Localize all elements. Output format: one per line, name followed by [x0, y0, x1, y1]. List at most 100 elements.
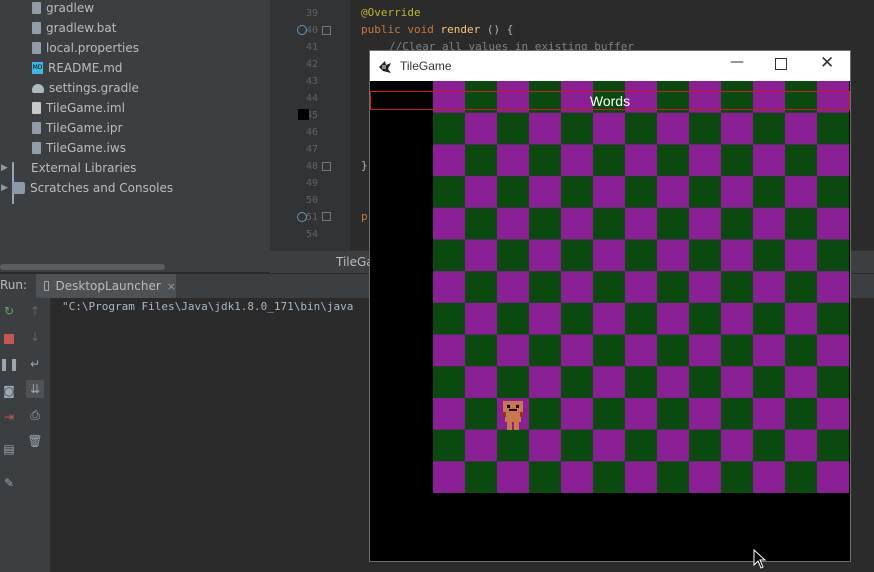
board-tile [721, 334, 754, 367]
board-tile [785, 461, 818, 493]
rerun-icon[interactable]: ↻ [0, 302, 18, 320]
board-tile [593, 176, 626, 209]
board-tile [593, 302, 626, 336]
board-tile [753, 207, 786, 240]
code-method-signature: public void render () { [361, 23, 513, 36]
exit-icon[interactable]: ⇥ [0, 408, 18, 426]
board-tile [785, 239, 818, 272]
soft-wrap-icon[interactable]: ↵ [26, 355, 44, 373]
tab-desktop-launcher[interactable]: DesktopLauncher × [36, 274, 176, 298]
tree-item-file[interactable]: local.properties [32, 38, 139, 58]
board-tile [657, 366, 690, 399]
board-tile [721, 461, 754, 493]
scroll-to-end-icon[interactable]: ⇊ [26, 380, 44, 398]
board-tile [753, 239, 786, 272]
print-icon[interactable]: ⎙ [26, 406, 44, 424]
board-tile [657, 302, 690, 336]
board-tile [561, 144, 594, 177]
board-tile [785, 334, 818, 367]
board-tile [529, 207, 562, 240]
board-tile [657, 239, 690, 272]
tile-board[interactable] [433, 81, 849, 493]
close-window-icon[interactable]: ✕ [820, 53, 834, 73]
tile-grid[interactable] [433, 81, 849, 493]
line-number: 50 [305, 195, 318, 206]
expand-arrow-icon[interactable]: ▶ [1, 183, 8, 193]
up-arrow-icon[interactable]: ↑ [26, 302, 44, 320]
line-number: 42 [305, 59, 318, 70]
file-icon [32, 22, 41, 34]
board-tile [433, 271, 466, 304]
board-tile [817, 302, 849, 336]
line-number: 48 [305, 161, 318, 172]
override-gutter-icon[interactable] [297, 212, 307, 222]
run-label: Run: [0, 278, 28, 292]
file-icon [32, 2, 41, 14]
tree-item-file[interactable]: TileGame.iws [32, 138, 126, 158]
board-tile [433, 461, 466, 493]
board-tile [785, 397, 818, 431]
game-window-titlebar[interactable]: TileGame — ✕ [370, 51, 850, 81]
board-tile [561, 302, 594, 336]
color-swatch-icon[interactable] [298, 109, 309, 120]
board-tile [529, 144, 562, 177]
tree-item-file[interactable]: TileGame.ipr [32, 118, 122, 138]
maximize-icon[interactable] [775, 58, 787, 70]
board-tile [497, 239, 530, 272]
line-number: 51 [305, 212, 318, 223]
pause-icon[interactable]: ❚❚ [0, 355, 19, 373]
stop-icon[interactable] [0, 330, 18, 348]
board-tile [433, 302, 466, 336]
board-tile [465, 176, 498, 209]
trash-icon[interactable]: 🗑 [26, 432, 44, 450]
expand-arrow-icon[interactable]: ▶ [1, 163, 8, 173]
board-tile [657, 271, 690, 304]
board-tile [817, 112, 849, 145]
layout-icon[interactable]: ▤ [0, 440, 18, 458]
board-tile [593, 239, 626, 272]
close-tab-icon[interactable]: × [167, 280, 176, 293]
board-tile [625, 461, 658, 493]
scrollbar-thumb[interactable] [0, 264, 165, 270]
down-arrow-icon[interactable]: ↓ [26, 328, 44, 346]
tree-item-scratches[interactable]: ▶ Scratches and Consoles [0, 178, 173, 198]
fold-icon[interactable] [322, 212, 331, 221]
file-icon [32, 122, 41, 134]
board-tile [817, 334, 849, 367]
board-tile [625, 271, 658, 304]
pin-icon[interactable]: ✎ [0, 474, 18, 492]
board-tile [529, 302, 562, 336]
board-tile [817, 176, 849, 209]
line-number: 47 [305, 144, 318, 155]
minimize-icon[interactable]: — [730, 54, 744, 70]
game-window[interactable]: TileGame — ✕ Words [369, 50, 851, 562]
tree-item-file[interactable]: gradlew.bat [32, 18, 116, 38]
tree-item-file[interactable]: TileGame.iml [32, 98, 125, 118]
board-tile [625, 207, 658, 240]
board-tile [561, 366, 594, 399]
line-number: 39 [305, 8, 318, 19]
board-tile [753, 302, 786, 336]
tree-item-file[interactable]: settings.gradle [32, 78, 139, 98]
camera-icon[interactable]: ◙ [0, 382, 18, 400]
board-tile [497, 112, 530, 145]
board-tile [785, 429, 818, 462]
board-tile [433, 176, 466, 209]
board-tile [497, 302, 530, 336]
override-gutter-icon[interactable] [297, 25, 307, 35]
board-tile [689, 461, 722, 493]
board-tile [465, 397, 498, 431]
board-tile [433, 334, 466, 367]
fold-icon[interactable] [322, 26, 331, 35]
board-tile [657, 176, 690, 209]
board-tile [721, 271, 754, 304]
scratches-icon [12, 182, 25, 194]
fold-icon[interactable] [322, 162, 331, 171]
tree-item-file[interactable]: gradlew [32, 0, 94, 18]
tab-label: DesktopLauncher [55, 279, 161, 293]
board-tile [593, 334, 626, 367]
tree-item-file[interactable]: MD README.md [32, 58, 122, 78]
tree-item-external-libraries[interactable]: ▶ External Libraries [0, 158, 136, 204]
markdown-file-icon: MD [32, 62, 43, 74]
horizontal-scrollbar[interactable] [0, 262, 270, 272]
